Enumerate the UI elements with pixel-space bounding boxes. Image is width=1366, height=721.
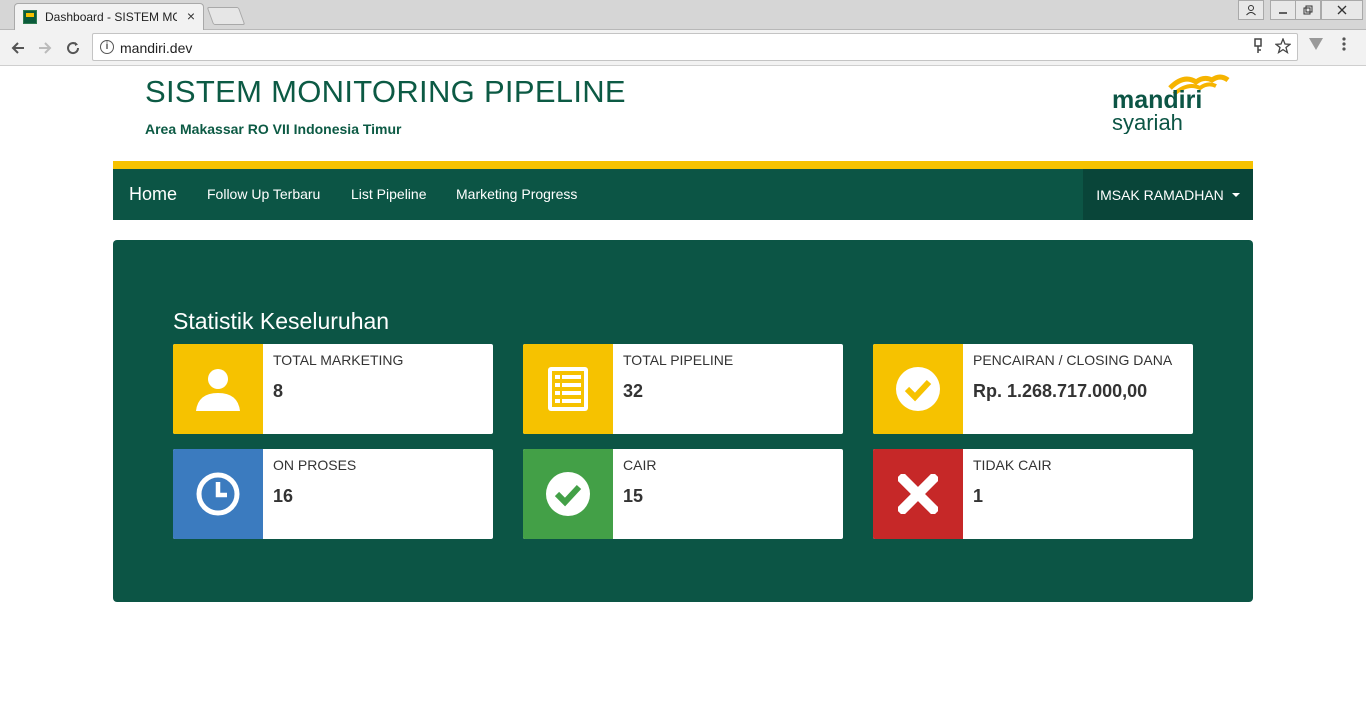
stat-label: PENCAIRAN / CLOSING DANA (973, 352, 1173, 368)
user-dropdown[interactable]: IMSAK RAMADHAN (1083, 169, 1253, 220)
favicon-icon (23, 10, 37, 24)
stat-value: 32 (623, 381, 644, 401)
forward-icon[interactable] (34, 37, 56, 59)
logo-subtext: syariah (1112, 110, 1183, 134)
browser-menu-icon[interactable] (1341, 36, 1347, 57)
restore-icon[interactable] (1295, 0, 1321, 20)
new-tab-button[interactable] (206, 7, 246, 25)
minimize-icon[interactable] (1270, 0, 1296, 20)
stat-value: 16 (273, 486, 294, 506)
main-navbar: Home Follow Up Terbaru List Pipeline Mar… (113, 161, 1253, 220)
stat-value: 8 (273, 381, 284, 401)
stat-value: 1 (973, 486, 984, 506)
extension-icon[interactable] (1308, 37, 1324, 56)
stat-card-tidak-cair: TIDAK CAIR 1 (873, 449, 1193, 539)
nav-follow-up-terbaru[interactable]: Follow Up Terbaru (207, 186, 320, 202)
profile-icon[interactable] (1238, 0, 1264, 20)
stat-value: Rp. 1.268.717.000,00 (973, 381, 1148, 401)
window-close-icon[interactable] (1321, 0, 1363, 20)
check-circle-icon (523, 449, 613, 539)
page-subtitle: Area Makassar RO VII Indonesia Timur (145, 121, 402, 137)
stat-label: ON PROSES (273, 457, 357, 473)
key-icon[interactable] (1253, 38, 1263, 58)
list-icon (523, 344, 613, 434)
browser-tab[interactable]: Dashboard - SISTEM MO × (14, 3, 204, 31)
stat-value: 15 (623, 486, 644, 506)
browser-toolbar: i mandiri.dev (0, 30, 1366, 66)
tab-close-icon[interactable]: × (187, 8, 195, 24)
panel-heading: Statistik Keseluruhan (173, 308, 390, 334)
back-icon[interactable] (7, 37, 29, 59)
nav-home[interactable]: Home (129, 184, 177, 205)
stat-card-total-pipeline: TOTAL PIPELINE 32 (523, 344, 843, 434)
stat-card-pencairan: PENCAIRAN / CLOSING DANA Rp. 1.268.717.0… (873, 344, 1193, 434)
nav-list-pipeline[interactable]: List Pipeline (351, 186, 427, 202)
tab-title: Dashboard - SISTEM MO (45, 10, 177, 24)
bookmark-star-icon[interactable] (1274, 37, 1292, 58)
clock-icon (173, 449, 263, 539)
user-name: IMSAK RAMADHAN (1096, 186, 1224, 203)
statistics-panel: Statistik Keseluruhan TOTAL MARKETING 8 … (113, 240, 1253, 602)
page-title: SISTEM MONITORING PIPELINE (145, 74, 626, 109)
stat-card-total-marketing: TOTAL MARKETING 8 (173, 344, 493, 434)
check-circle-icon (873, 344, 963, 434)
reload-icon[interactable] (62, 37, 84, 59)
nav-marketing-progress[interactable]: Marketing Progress (456, 186, 577, 202)
address-bar[interactable]: i mandiri.dev (92, 33, 1298, 61)
browser-tab-bar: Dashboard - SISTEM MO × (0, 0, 1366, 31)
stat-label: TOTAL PIPELINE (623, 352, 734, 368)
stat-card-on-proses: ON PROSES 16 (173, 449, 493, 539)
stat-card-cair: CAIR 15 (523, 449, 843, 539)
stat-label: CAIR (623, 457, 657, 473)
user-icon (173, 344, 263, 434)
stat-label: TOTAL MARKETING (273, 352, 404, 368)
caret-down-icon (1231, 192, 1240, 197)
stat-label: TIDAK CAIR (973, 457, 1052, 473)
info-icon[interactable]: i (100, 40, 114, 54)
mandiri-syariah-logo: mandiri syariah (1108, 72, 1234, 135)
url-text: mandiri.dev (120, 40, 193, 56)
times-icon (873, 449, 963, 539)
